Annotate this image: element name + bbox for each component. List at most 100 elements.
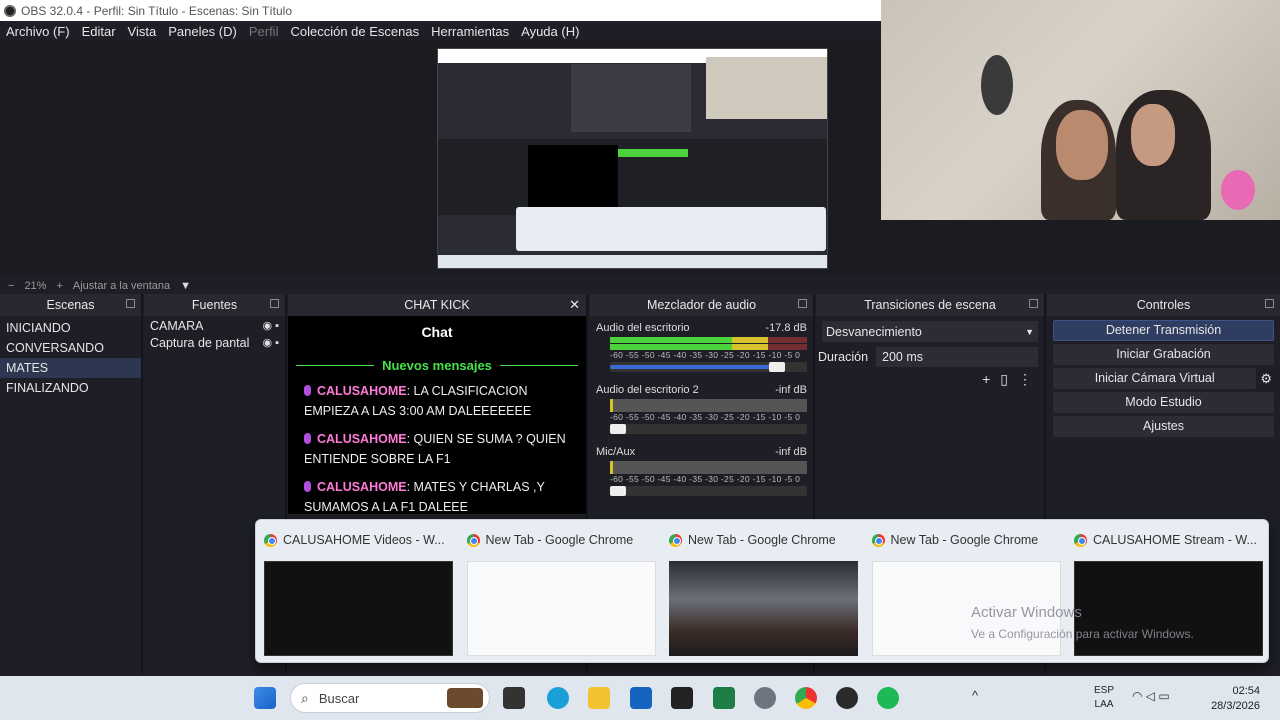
excel-icon[interactable]	[713, 687, 735, 709]
wall-decoration	[981, 55, 1013, 115]
chat-title: Chat	[421, 324, 453, 340]
menu-paneles[interactable]: Paneles (D)	[168, 24, 237, 39]
chrome-icon[interactable]	[795, 687, 817, 709]
search-icon: ⌕	[301, 689, 309, 706]
menu-vista[interactable]: Vista	[128, 24, 157, 39]
transition-select[interactable]: Desvanecimiento ▼	[822, 321, 1038, 342]
nested-taskbar	[438, 255, 827, 268]
duration-field[interactable]: 200 ms	[876, 346, 1038, 367]
stop-stream-button[interactable]: Detener Transmisión	[1053, 320, 1274, 341]
volume-knob[interactable]	[769, 362, 786, 372]
switcher-window[interactable]: New Tab - Google Chrome	[669, 528, 864, 656]
zoom-in-icon[interactable]: +	[56, 280, 62, 292]
switcher-window[interactable]: CALUSAHOME Videos - W...	[264, 528, 459, 656]
outlook-icon[interactable]	[630, 687, 652, 709]
studio-mode-button[interactable]: Modo Estudio	[1053, 392, 1274, 413]
language-indicator[interactable]: ESP LAA	[1094, 684, 1114, 712]
controls-header: Controles	[1047, 294, 1280, 316]
meter-ticks: -60 -55 -50 -45 -40 -35 -30 -25 -20 -15 …	[610, 412, 801, 422]
source-item[interactable]: Captura de pantal ◉ ▪	[144, 335, 285, 352]
sources-header: Fuentes	[144, 294, 285, 316]
edge-icon[interactable]	[547, 687, 569, 709]
chrome-icon	[871, 533, 885, 547]
duration-label: Duración	[818, 349, 869, 364]
scenes-dock: Escenas INICIANDO CONVERSANDO MATES FINA…	[0, 294, 143, 674]
chevron-up-icon[interactable]: ^	[972, 688, 978, 703]
start-recording-button[interactable]: Iniciar Grabación	[1053, 344, 1274, 365]
scene-iniciando[interactable]: INICIANDO	[0, 318, 141, 338]
menu-editar[interactable]: Editar	[82, 24, 116, 39]
scene-finalizando[interactable]: FINALIZANDO	[0, 378, 141, 398]
chat-message: CALUSAHOME: QUIEN SE SUMA ? QUIEN ENTIEN…	[304, 432, 566, 466]
scenes-header: Escenas	[0, 294, 141, 316]
chrome-icon	[669, 533, 682, 547]
window-thumbnail	[669, 561, 858, 656]
zoom-bar: − 21% + Ajustar a la ventana ▼	[0, 277, 1280, 294]
preview-canvas[interactable]	[437, 48, 828, 269]
meter-segment	[610, 461, 807, 474]
switcher-window-title: New Tab - Google Chrome	[485, 533, 634, 547]
switcher-window[interactable]: New Tab - Google Chrome	[466, 528, 662, 656]
undock-icon[interactable]	[126, 299, 135, 308]
capcut-icon[interactable]	[671, 687, 693, 709]
lock-icon[interactable]: ◉ ▪	[262, 335, 279, 352]
menu-perfil[interactable]: Perfil	[249, 24, 279, 39]
more-icon[interactable]: ⋮	[1018, 371, 1032, 388]
volume-slider[interactable]	[610, 424, 807, 434]
chat-body: Chat Nuevos mensajes CALUSAHOME: LA CLAS…	[288, 316, 586, 514]
chat-message: CALUSAHOME: MATES Y CHARLAS ,Y SUMAMOS A…	[304, 480, 545, 514]
activate-windows-watermark: Activar Windows	[971, 604, 1082, 621]
channel-name: Audio del escritorio 2	[596, 384, 699, 396]
channel-name: Mic/Aux	[596, 446, 636, 458]
volume-knob[interactable]	[610, 486, 626, 496]
undock-icon[interactable]	[270, 299, 279, 308]
meter-ticks: -60 -55 -50 -45 -40 -35 -30 -25 -20 -15 …	[610, 474, 801, 484]
volume-knob[interactable]	[610, 424, 626, 434]
menu-ayuda[interactable]: Ayuda (H)	[521, 24, 579, 39]
search-highlight-image	[447, 688, 483, 708]
zoom-out-icon[interactable]: −	[8, 280, 14, 292]
undock-icon[interactable]	[798, 299, 807, 308]
nested-chat	[528, 145, 618, 215]
trash-icon[interactable]: ▯	[1000, 371, 1008, 388]
virtual-camera-button[interactable]: Iniciar Cámara Virtual	[1053, 368, 1257, 389]
gear-icon[interactable]: ⚙	[1260, 371, 1272, 387]
menu-herramientas[interactable]: Herramientas	[431, 24, 509, 39]
spotify-icon[interactable]	[877, 687, 899, 709]
mixer-channel: Mic/Aux -inf dB -60 -55 -50 -45 -40 -35 -3…	[590, 444, 813, 496]
file-explorer-icon[interactable]	[588, 687, 610, 709]
wifi-icon[interactable]: ◠ ◁ ▭	[1132, 689, 1170, 703]
chevron-down-icon: ▼	[1025, 326, 1034, 337]
windows-start-icon[interactable]	[254, 687, 276, 709]
switcher-window-title: New Tab - Google Chrome	[890, 533, 1039, 547]
menu-coleccion[interactable]: Colección de Escenas	[290, 24, 419, 39]
level-meter	[610, 461, 807, 474]
volume-slider[interactable]	[610, 362, 807, 372]
settings-icon[interactable]	[754, 687, 776, 709]
scene-mates[interactable]: MATES	[0, 358, 141, 378]
add-icon[interactable]: +	[982, 371, 990, 388]
fit-window-label[interactable]: Ajustar a la ventana	[73, 280, 170, 292]
source-item[interactable]: CAMARA ◉ ▪	[144, 318, 285, 335]
scene-conversando[interactable]: CONVERSANDO	[0, 338, 141, 358]
mixer-header: Mezclador de audio	[590, 294, 813, 316]
level-meter	[610, 337, 807, 350]
undock-icon[interactable]	[1029, 299, 1038, 308]
settings-button[interactable]: Ajustes	[1053, 416, 1274, 437]
eye-icon[interactable]: ◉ ▪	[262, 318, 279, 335]
chevron-down-icon[interactable]: ▼	[180, 280, 191, 292]
window-thumbnail	[264, 561, 453, 656]
task-view-icon[interactable]	[503, 687, 525, 709]
taskbar-search[interactable]: ⌕ Buscar	[290, 683, 490, 713]
clock[interactable]: 02:54 28/3/2026	[1211, 684, 1260, 714]
obs-icon[interactable]	[836, 687, 858, 709]
window-title: OBS 32.0.4 - Perfil: Sin Título - Escena…	[21, 3, 293, 18]
mic-icon	[304, 433, 311, 444]
switcher-window-title: New Tab - Google Chrome	[688, 533, 836, 547]
close-icon[interactable]: ✕	[569, 297, 580, 313]
chat-message: CALUSAHOME: LA CLASIFICACION EMPIEZA A L…	[304, 384, 532, 418]
volume-slider[interactable]	[610, 486, 807, 496]
time: 02:54	[1232, 685, 1260, 697]
undock-icon[interactable]	[1265, 299, 1274, 308]
menu-archivo[interactable]: Archivo (F)	[6, 24, 70, 39]
